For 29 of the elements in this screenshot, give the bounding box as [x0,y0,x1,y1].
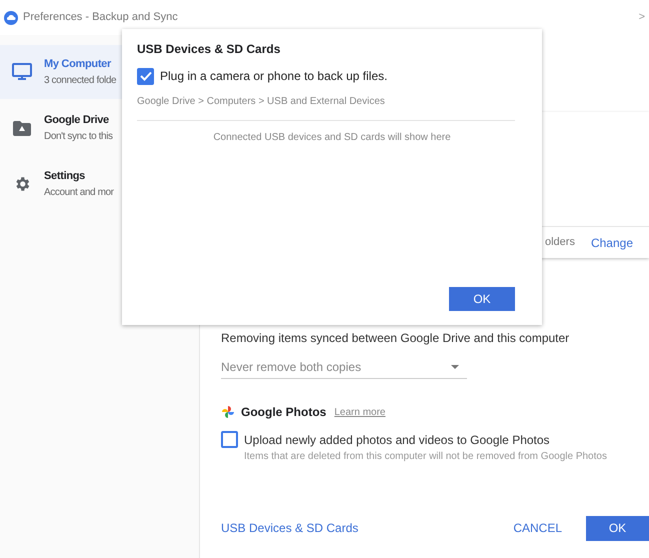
upload-option-hint: Items that are deleted from this computer will not be removed from Google Photos [244,450,607,464]
pinwheel-icon [221,405,235,419]
caret-icon [451,365,459,369]
removal-label: Removing items synced between Google Drive and this computer [221,330,570,347]
removal-dropdown[interactable]: Never remove both copies [221,356,467,379]
sidebar-item-subtitle: 3 connected folde [44,74,116,88]
photos-title: Google Photos [241,404,326,421]
sidebar-item-subtitle: Account and mor [44,186,114,200]
cloud-icon [4,10,18,24]
dialog-ok-button[interactable]: OK [449,287,515,311]
upload-option-label: Upload newly added photos and videos to Google Photos [244,432,551,449]
folders-summary: olders [544,235,575,250]
window-edge-glyph: > [638,10,645,26]
checkbox[interactable] [221,431,238,448]
window-title: Preferences - Backup and Sync [23,10,178,26]
change-link[interactable]: Change [590,234,633,252]
learn-more-link[interactable]: Learn more [334,404,386,420]
empty-message: Connected USB devices and SD cards will show here [213,131,451,145]
usb-devices-link[interactable]: USB Devices & SD Cards [221,519,358,537]
sidebar-item-subtitle: Don't sync to this [44,130,113,144]
cancel-button[interactable]: CANCEL [513,519,562,537]
sidebar-item[interactable]: Settings Account and mor [0,157,199,211]
sidebar-item-title: Settings [44,169,86,184]
sidebar-item-title: Google Drive [44,113,110,128]
ok-button[interactable]: OK [586,516,649,540]
checkbox[interactable] [137,68,154,84]
folder-icon [13,120,31,136]
sidebar-item-title: My Computer [44,57,112,72]
monitor-icon [12,63,32,81]
